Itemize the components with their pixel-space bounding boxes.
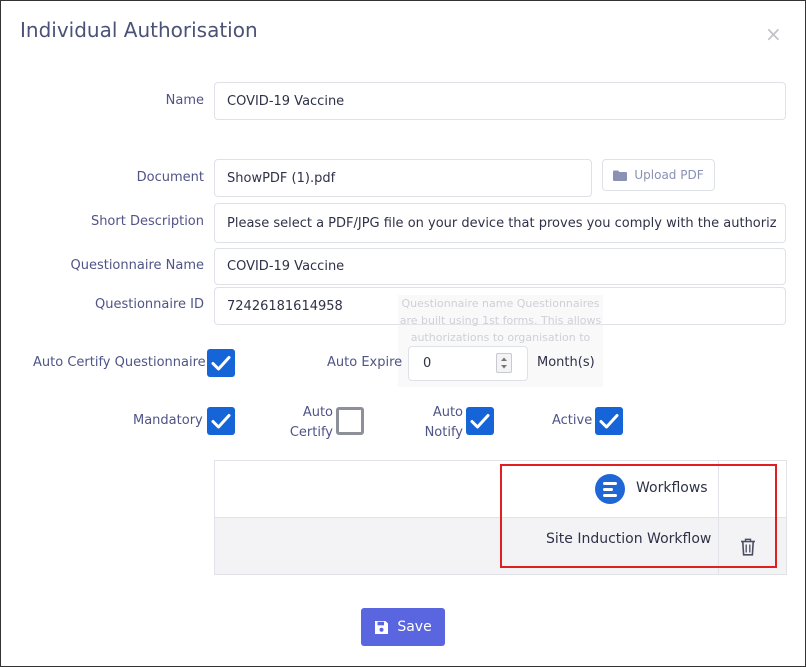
short-description-input[interactable]: Please select a PDF/JPG file on your dev… — [214, 203, 786, 243]
questionnaire-id-label: Questionnaire ID — [95, 297, 204, 312]
auto-certify-checkbox[interactable] — [336, 407, 364, 435]
dialog-title: Individual Authorisation — [20, 18, 258, 42]
auto-certify-questionnaire-label: Auto Certify Questionnaire — [33, 355, 206, 370]
questionnaire-name-input[interactable]: COVID-19 Vaccine — [214, 248, 786, 285]
auto-notify-label: Auto Notify — [410, 403, 463, 443]
auto-notify-label-line2: Notify — [424, 425, 463, 440]
auto-certify-label-line1: Auto — [302, 405, 333, 420]
folder-icon — [613, 170, 628, 181]
questionnaire-name-label: Questionnaire Name — [70, 258, 204, 273]
checkmark-icon — [470, 414, 490, 429]
short-description-label: Short Description — [90, 214, 204, 229]
name-input[interactable]: COVID-19 Vaccine — [214, 82, 786, 120]
document-label: Document — [136, 170, 204, 185]
highlight-box — [500, 464, 777, 568]
auto-certify-questionnaire-checkbox[interactable] — [207, 349, 235, 377]
save-label: Save — [397, 619, 432, 635]
active-checkbox[interactable] — [595, 407, 623, 435]
auto-expire-unit: Month(s) — [537, 355, 595, 370]
auto-notify-label-line1: Auto — [432, 405, 463, 420]
document-input[interactable]: ShowPDF (1).pdf — [214, 159, 592, 197]
active-label: Active — [552, 413, 593, 428]
checkmark-icon — [211, 356, 231, 371]
mandatory-label: Mandatory — [133, 413, 203, 428]
auto-certify-label: Auto Certify — [280, 403, 333, 443]
auto-certify-label-line2: Certify — [289, 425, 333, 440]
spinner-arrows-icon[interactable] — [496, 353, 512, 373]
checkmark-icon — [599, 414, 619, 429]
auto-expire-label: Auto Expire — [327, 355, 403, 370]
name-label: Name — [165, 93, 204, 108]
auto-notify-checkbox[interactable] — [466, 407, 494, 435]
checkmark-icon — [211, 414, 231, 429]
floppy-disk-icon — [375, 620, 389, 634]
upload-pdf-button[interactable]: Upload PDF — [602, 159, 715, 191]
upload-pdf-label: Upload PDF — [634, 168, 704, 182]
close-icon[interactable]: × — [765, 24, 782, 44]
mandatory-checkbox[interactable] — [207, 407, 235, 435]
save-button[interactable]: Save — [361, 608, 445, 646]
